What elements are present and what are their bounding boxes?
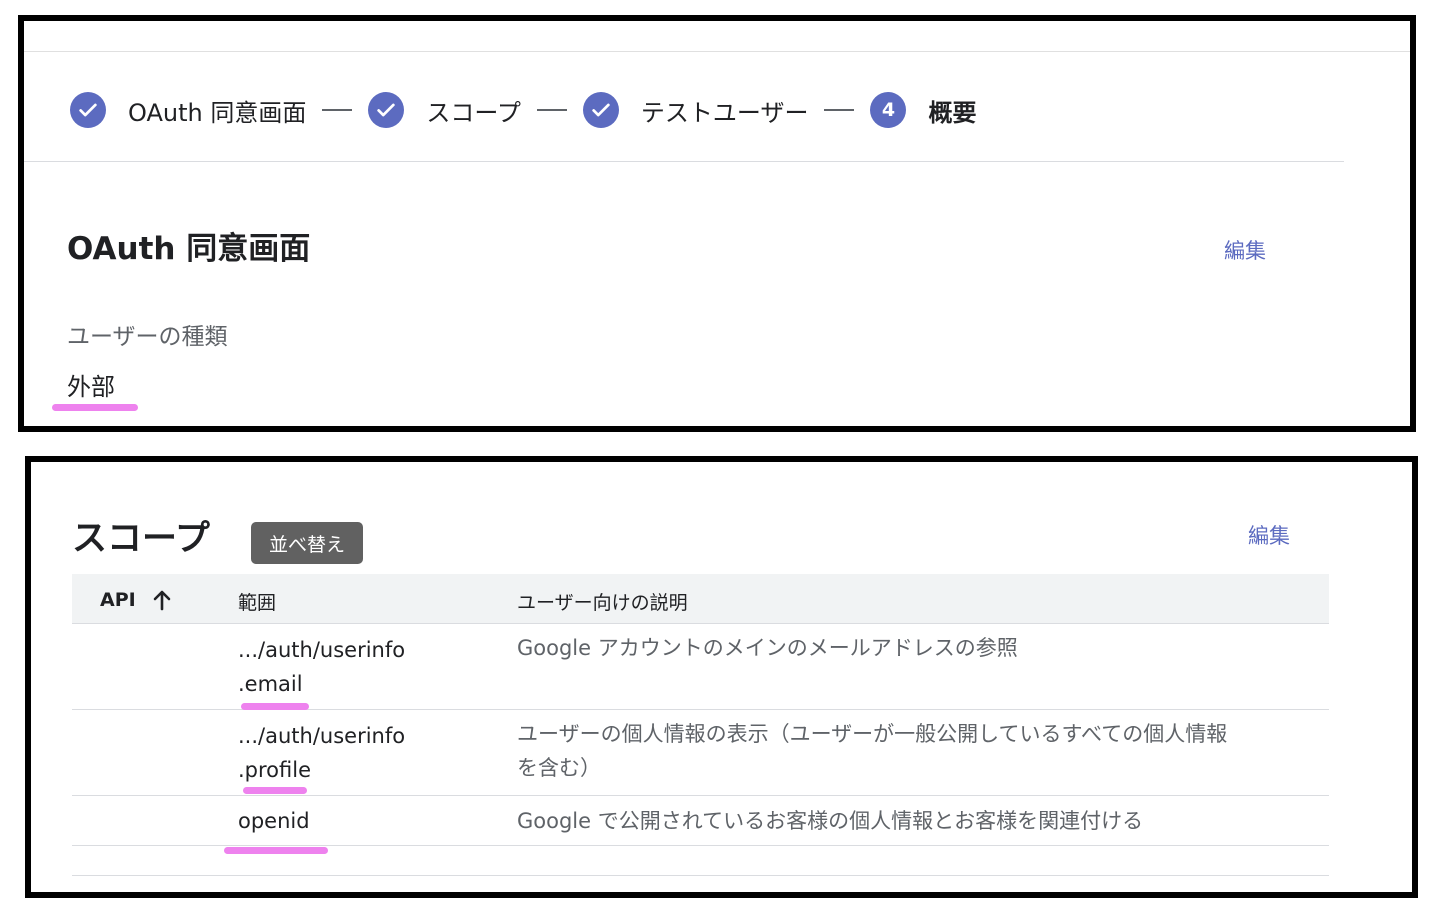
step-label: テストユーザー: [640, 98, 809, 127]
sort-tooltip: 並べ替え: [251, 522, 363, 564]
stepper-divider: [24, 161, 1344, 162]
check-circle-icon: [582, 92, 619, 128]
column-header-description[interactable]: ユーザー向けの説明: [517, 588, 688, 615]
highlight-underline: [241, 703, 309, 710]
step-label: スコープ: [426, 98, 521, 127]
user-type-value: 外部: [67, 373, 115, 401]
scope-description: ユーザーの個人情報の表示（ユーザーが一般公開しているすべての個人情報 を含む）: [517, 717, 1227, 785]
scope-description-line: Google アカウントのメインのメールアドレスの参照: [517, 636, 1018, 660]
step-number: 4: [881, 99, 896, 121]
step-scopes[interactable]: スコープ: [368, 92, 521, 128]
scopes-title: スコープ: [72, 519, 210, 559]
column-header-api[interactable]: API: [100, 588, 174, 612]
step-test-users[interactable]: テストユーザー: [582, 92, 809, 128]
scope-range: .../auth/userinfo .profile: [238, 719, 405, 787]
scopes-panel: スコープ 並べ替え 編集 API 範囲 ユーザー向けの説明 .../auth/u…: [25, 456, 1418, 898]
step-separator: [536, 109, 567, 111]
highlight-underline: [243, 787, 307, 794]
scopes-edit-link[interactable]: 編集: [1248, 520, 1290, 550]
scope-description: Google アカウントのメインのメールアドレスの参照: [517, 631, 1018, 665]
column-header-label: API: [100, 589, 136, 611]
table-header: API 範囲 ユーザー向けの説明: [72, 574, 1329, 624]
step-number-badge: 4: [870, 92, 907, 128]
table-row: openid Google で公開されているお客様の個人情報とお客様を関連付ける: [72, 796, 1329, 846]
highlight-underline: [52, 404, 138, 411]
top-divider: [24, 51, 1410, 52]
step-oauth-consent[interactable]: OAuth 同意画面: [70, 92, 306, 128]
step-separator: [322, 109, 353, 111]
check-circle-icon: [368, 92, 405, 128]
column-header-range[interactable]: 範囲: [238, 588, 276, 615]
step-label: OAuth 同意画面: [128, 98, 307, 127]
highlight-underline: [224, 847, 328, 854]
scope-range-line: .../auth/userinfo: [238, 724, 406, 748]
scope-range-line: .../auth/userinfo: [238, 638, 406, 662]
oauth-edit-link[interactable]: 編集: [1224, 235, 1266, 265]
table-row: .../auth/userinfo .profile ユーザーの個人情報の表示（…: [72, 710, 1329, 796]
scope-range-line: .profile: [238, 758, 312, 782]
table-row: .../auth/userinfo .email Google アカウントのメイ…: [72, 624, 1329, 710]
summary-panel: OAuth 同意画面 スコープ テストユーザー 4 概要 OAuth 同意画面 …: [18, 15, 1416, 432]
scope-description-line: ユーザーの個人情報の表示（ユーザーが一般公開しているすべての個人情報: [517, 722, 1228, 746]
check-circle-icon: [70, 92, 106, 128]
stepper: OAuth 同意画面 スコープ テストユーザー 4 概要: [70, 87, 976, 133]
step-separator: [824, 109, 855, 111]
scope-range-line: .email: [238, 672, 303, 696]
scope-range-line: openid: [238, 809, 310, 833]
arrow-up-icon: [153, 590, 171, 611]
step-label: 概要: [928, 98, 977, 127]
oauth-consent-title: OAuth 同意画面: [67, 231, 311, 267]
scopes-table: API 範囲 ユーザー向けの説明 .../auth/userinfo .emai…: [72, 574, 1329, 876]
scope-description: Google で公開されているお客様の個人情報とお客様を関連付ける: [517, 804, 1143, 838]
scope-description-line: を含む）: [517, 756, 601, 780]
step-summary[interactable]: 4 概要: [870, 92, 976, 128]
scope-description-line: Google で公開されているお客様の個人情報とお客様を関連付ける: [517, 809, 1144, 833]
scope-range: .../auth/userinfo .email: [238, 633, 405, 701]
user-type-label: ユーザーの種類: [67, 324, 228, 350]
scope-range: openid: [238, 804, 310, 838]
